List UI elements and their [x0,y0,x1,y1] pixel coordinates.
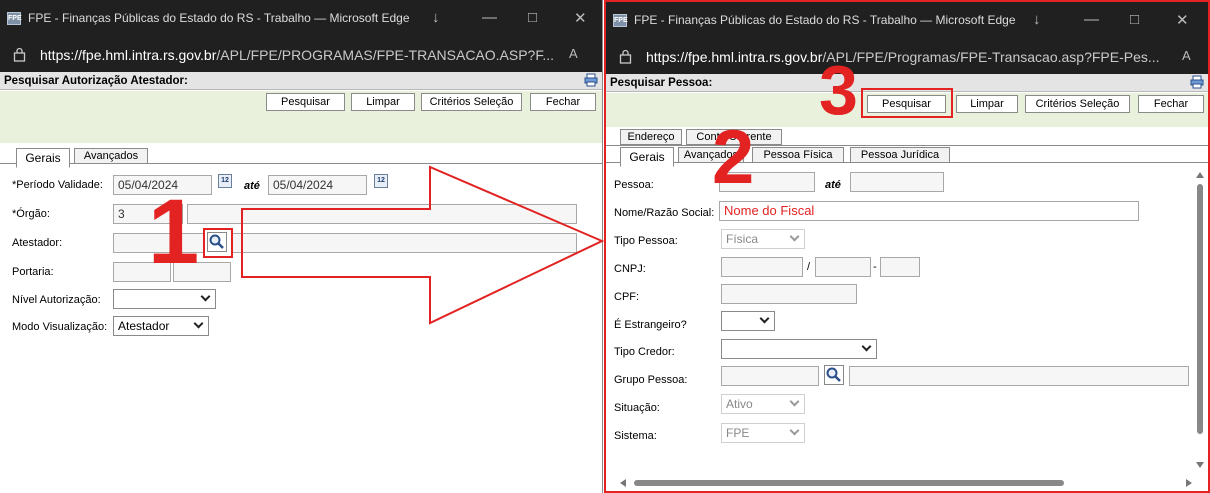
right-title-bar: FPE FPE - Finanças Públicas do Estado do… [606,2,1208,42]
step-number-1: 1 [148,181,200,283]
chevron-down-icon [200,291,211,302]
orgao-label: *Órgão: [12,208,50,220]
left-page-header: Pesquisar Autorização Atestador: [0,72,602,90]
pessoa-to-input[interactable] [850,172,944,192]
left-address-bar[interactable]: https://fpe.hml.intra.rs.gov.br/APL/FPE/… [0,40,602,72]
nivel-autorizacao-select[interactable] [113,289,216,309]
sistema-label: Sistema: [614,430,657,442]
fechar-button[interactable]: Fechar [1138,95,1204,113]
cnpj-separator-slash: / [807,261,811,273]
limpar-button[interactable]: Limpar [956,95,1018,113]
maximize-button[interactable]: □ [1130,11,1139,28]
fechar-button[interactable]: Fechar [530,93,596,111]
tipo-pessoa-select[interactable]: Física [721,229,805,249]
left-url[interactable]: https://fpe.hml.intra.rs.gov.br/APL/FPE/… [40,47,554,63]
fpe-app-icon: FPE [613,14,628,27]
right-url[interactable]: https://fpe.hml.intra.rs.gov.br/APL/FPE/… [646,49,1160,65]
highlight-box-search-icon [203,228,233,258]
right-address-bar[interactable]: https://fpe.hml.intra.rs.gov.br/APL/FPE/… [606,42,1208,74]
left-title-bar: FPE FPE - Finanças Públicas do Estado do… [0,0,602,40]
step-number-2: 2 [712,115,755,200]
horizontal-scrollbar[interactable] [620,479,1198,487]
minimize-button[interactable]: — [1084,11,1099,28]
portaria-label: Portaria: [12,266,54,278]
cnpj-label: CNPJ: [614,263,646,275]
atestador-label: Atestador: [12,237,63,249]
pesquisar-button[interactable]: Pesquisar [266,93,345,111]
tipo-credor-label: Tipo Credor: [614,346,675,358]
ate-label: até [825,179,841,191]
cnpj-separator-dash: - [873,261,877,273]
estrangeiro-select[interactable] [721,311,775,331]
modo-visualizacao-label: Modo Visualização: [12,321,108,333]
left-window-title: FPE - Finanças Públicas do Estado do RS … [28,11,410,25]
grupo-pessoa-description-field [849,366,1189,386]
tab-gerais[interactable]: Gerais [16,148,70,168]
periodo-label: *Período Validade: [12,179,103,191]
fpe-app-icon: FPE [7,12,22,25]
cpf-input[interactable] [721,284,857,304]
minimize-button[interactable]: — [482,9,497,26]
limpar-button[interactable]: Limpar [351,93,415,111]
chevron-down-icon [861,341,872,352]
printer-icon[interactable] [1190,75,1204,89]
tab-gerais[interactable]: Gerais [620,147,674,167]
lock-icon [13,47,26,62]
search-icon[interactable] [824,365,844,385]
nome-razao-social-input[interactable]: Nome do Fiscal [719,201,1139,221]
vertical-scrollbar[interactable] [1196,170,1204,470]
close-button[interactable]: ✕ [574,9,587,27]
nivel-autorizacao-label: Nível Autorização: [12,294,101,306]
grupo-pessoa-label: Grupo Pessoa: [614,374,688,386]
left-page-title: Pesquisar Autorização Atestador: [4,75,188,87]
criterios-selecao-button[interactable]: Critérios Seleção [1025,95,1130,113]
read-aloud-icon[interactable]: A [1182,48,1191,63]
right-window-title: FPE - Finanças Públicas do Estado do RS … [634,13,1016,27]
printer-icon[interactable] [584,73,598,87]
step-number-3: 3 [819,51,858,129]
pessoa-label: Pessoa: [614,179,654,191]
chevron-down-icon [789,231,800,242]
maximize-button[interactable]: □ [528,9,537,26]
criterios-selecao-button[interactable]: Critérios Seleção [421,93,522,111]
tipo-pessoa-label: Tipo Pessoa: [614,235,678,247]
chevron-down-icon [759,313,770,324]
situacao-select[interactable]: Ativo [721,394,805,414]
chevron-down-icon [789,425,800,436]
cnpj-part3-input[interactable] [880,257,920,277]
right-tab-strip-line-1 [606,145,1208,146]
tab-avancados[interactable]: Avançados [74,148,148,164]
highlight-box-pesquisar [861,88,953,118]
tipo-credor-select[interactable] [721,339,877,359]
download-icon[interactable]: ↓ [432,9,440,26]
close-button[interactable]: ✕ [1176,11,1189,29]
modo-visualizacao-select[interactable]: Atestador [113,316,209,336]
tab-pessoa-fisica[interactable]: Pessoa Física [752,147,844,163]
cnpj-part2-input[interactable] [815,257,871,277]
estrangeiro-label: É Estrangeiro? [614,319,687,331]
nome-razao-social-label: Nome/Razão Social: [614,207,715,219]
lock-icon [619,49,632,64]
download-icon[interactable]: ↓ [1033,11,1041,28]
calendar-icon[interactable]: 12 [218,174,232,188]
left-toolbar: Pesquisar Limpar Critérios Seleção Fecha… [0,91,602,143]
read-aloud-icon[interactable]: A [569,46,578,61]
tab-pessoa-juridica[interactable]: Pessoa Jurídica [850,147,950,163]
grupo-pessoa-input[interactable] [721,366,819,386]
chevron-down-icon [789,396,800,407]
right-page-title: Pesquisar Pessoa: [610,77,713,89]
chevron-down-icon [193,318,204,329]
right-browser-window: FPE FPE - Finanças Públicas do Estado do… [604,0,1210,493]
situacao-label: Situação: [614,402,660,414]
cpf-label: CPF: [614,291,640,303]
arrow-icon [241,165,605,325]
tab-endereco[interactable]: Endereço [620,129,682,145]
sistema-select[interactable]: FPE [721,423,805,443]
cnpj-part1-input[interactable] [721,257,803,277]
